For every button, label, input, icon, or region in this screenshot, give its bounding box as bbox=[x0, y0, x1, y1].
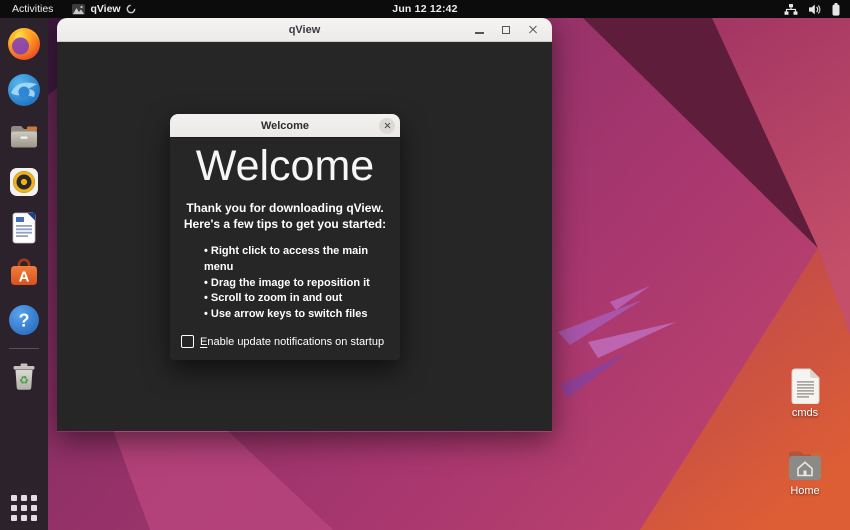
grid-dot bbox=[11, 495, 17, 501]
grid-dot bbox=[31, 495, 37, 501]
desktop-icon-label: cmds bbox=[792, 407, 818, 419]
dock-separator bbox=[9, 348, 39, 349]
welcome-dialog-titlebar[interactable]: Welcome bbox=[170, 114, 400, 137]
text-document-icon bbox=[790, 368, 821, 404]
close-button[interactable] bbox=[527, 24, 539, 36]
tip-item: Right click to access the main menu bbox=[204, 244, 400, 276]
grid-dot bbox=[21, 495, 27, 501]
grid-dot bbox=[21, 505, 27, 511]
clock[interactable]: Jun 12 12:42 bbox=[392, 3, 457, 15]
welcome-dialog-body: Welcome Thank you for downloading qView.… bbox=[170, 137, 400, 360]
desktop-icon-label: Home bbox=[790, 485, 819, 497]
dock: A ? bbox=[0, 18, 48, 530]
tip-item: Scroll to zoom in and out bbox=[204, 291, 400, 307]
welcome-intro: Thank you for downloading qView. Here's … bbox=[170, 201, 400, 232]
update-notifications-checkbox[interactable]: ✓ bbox=[181, 335, 194, 348]
trash-icon: ♻ bbox=[6, 359, 42, 395]
grid-dot bbox=[11, 515, 17, 521]
tip-item: Use arrow keys to switch files bbox=[204, 307, 400, 323]
maximize-button[interactable] bbox=[500, 24, 512, 36]
dock-item-rhythmbox[interactable] bbox=[5, 163, 43, 201]
system-status-area[interactable] bbox=[784, 3, 850, 16]
qview-window-titlebar[interactable]: qView bbox=[57, 18, 552, 42]
welcome-intro-line2: Here's a few tips to get you started: bbox=[170, 217, 400, 233]
welcome-heading: Welcome bbox=[170, 142, 400, 191]
dock-item-firefox[interactable] bbox=[5, 25, 43, 63]
recycle-glyph: ♻ bbox=[19, 374, 29, 387]
dock-item-files[interactable] bbox=[5, 117, 43, 155]
volume-icon bbox=[809, 4, 821, 15]
dock-item-help[interactable]: ? bbox=[5, 301, 43, 339]
welcome-intro-line1: Thank you for downloading qView. bbox=[170, 201, 400, 217]
home-folder-icon bbox=[787, 450, 823, 482]
rhythmbox-icon bbox=[6, 164, 42, 200]
qview-window: qView Welcome Welcome Thank you for down… bbox=[57, 18, 552, 432]
ubuntu-software-icon: A bbox=[6, 256, 42, 292]
grid-dot bbox=[11, 505, 17, 511]
show-applications-button[interactable] bbox=[11, 495, 37, 521]
grid-dot bbox=[31, 505, 37, 511]
firefox-icon bbox=[6, 26, 42, 62]
dock-item-libreoffice-writer[interactable] bbox=[5, 209, 43, 247]
top-bar: Activities qView Jun 12 12:42 bbox=[0, 0, 850, 18]
welcome-tips-list: Right click to access the main menu Drag… bbox=[204, 244, 400, 324]
app-indicator[interactable]: qView bbox=[72, 3, 135, 15]
update-notifications-label[interactable]: Enable update notifications on startup bbox=[200, 336, 384, 348]
grid-dot bbox=[31, 515, 37, 521]
network-icon bbox=[784, 4, 798, 15]
desktop: Activities qView Jun 12 12:42 bbox=[0, 0, 850, 530]
battery-icon bbox=[832, 3, 840, 16]
desktop-icon-home[interactable]: Home bbox=[773, 450, 837, 497]
dialog-close-button[interactable] bbox=[379, 118, 395, 134]
tip-item: Drag the image to reposition it bbox=[204, 276, 400, 292]
ubuntu-software-letter: A bbox=[19, 269, 30, 286]
thunderbird-icon bbox=[6, 72, 42, 108]
minimize-button[interactable] bbox=[473, 24, 485, 36]
app-loading-spinner-icon bbox=[126, 4, 136, 14]
dock-item-ubuntu-software[interactable]: A bbox=[5, 255, 43, 293]
app-indicator-label: qView bbox=[90, 3, 120, 15]
qview-app-icon bbox=[72, 4, 85, 15]
files-icon bbox=[6, 118, 42, 154]
dock-item-trash[interactable]: ♻ bbox=[5, 358, 43, 396]
update-notifications-row: ✓ Enable update notifications on startup bbox=[170, 335, 400, 360]
welcome-dialog: Welcome Welcome Thank you for downloadin… bbox=[170, 114, 400, 360]
grid-dot bbox=[21, 515, 27, 521]
help-question-glyph: ? bbox=[19, 311, 30, 331]
libreoffice-writer-icon bbox=[6, 210, 42, 246]
desktop-icon-cmds[interactable]: cmds bbox=[773, 368, 837, 419]
welcome-dialog-title: Welcome bbox=[261, 120, 309, 132]
activities-button[interactable]: Activities bbox=[9, 2, 56, 16]
help-icon: ? bbox=[6, 302, 42, 338]
dock-item-thunderbird[interactable] bbox=[5, 71, 43, 109]
